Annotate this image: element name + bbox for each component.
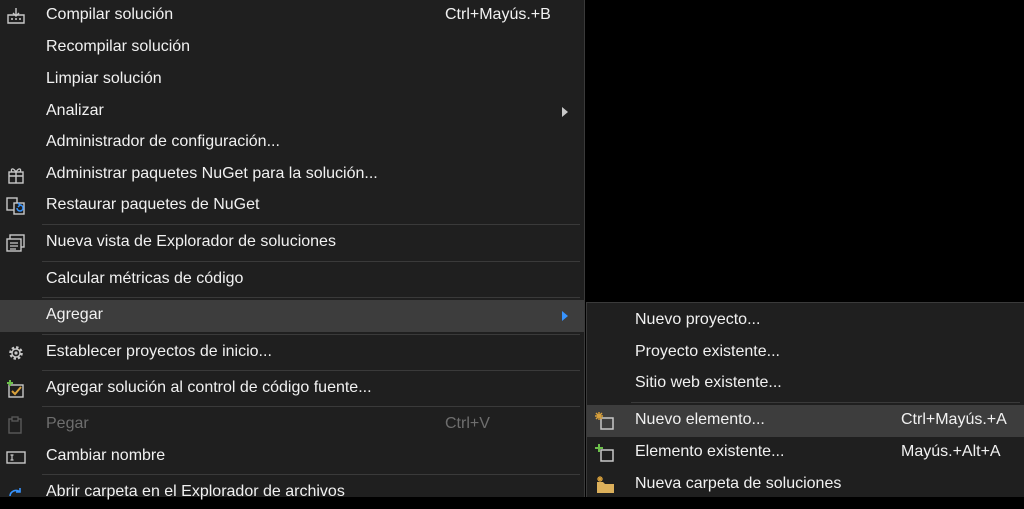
- new-item-icon: [595, 412, 615, 430]
- menu-item-label: Agregar: [46, 306, 103, 323]
- shortcut-text: Ctrl+V: [445, 415, 490, 432]
- menu-item-label: Calcular métricas de código: [46, 270, 244, 287]
- menu-separator: [42, 334, 580, 335]
- existing-item-icon: [595, 444, 615, 462]
- build-icon: [6, 7, 26, 25]
- menu-item-add[interactable]: Agregar: [0, 300, 584, 332]
- gear-icon: [6, 344, 26, 362]
- menu-item-set-startup-projects[interactable]: Establecer proyectos de inicio...: [0, 337, 584, 369]
- menu-item-label: Pegar: [46, 415, 89, 432]
- menu-item-label: Proyecto existente...: [635, 343, 780, 360]
- menu-item-open-folder-in-explorer[interactable]: Abrir carpeta en el Explorador de archiv…: [0, 477, 584, 509]
- submenu-arrow-icon: [562, 311, 568, 321]
- menu-item-rename[interactable]: Cambiar nombre: [0, 441, 584, 473]
- refresh-folder-icon: [6, 484, 26, 502]
- menu-item-label: Cambiar nombre: [46, 447, 166, 464]
- menu-separator: [42, 406, 580, 407]
- menu-item-label: Sitio web existente...: [635, 374, 782, 391]
- menu-item-label: Establecer proyectos de inicio...: [46, 343, 272, 360]
- solution-folder-icon: [595, 476, 615, 494]
- menu-item-label: Nuevo proyecto...: [635, 311, 761, 328]
- submenu-item-new-item[interactable]: Nuevo elemento... Ctrl+Mayús.+A: [587, 405, 1024, 437]
- menu-separator: [42, 370, 580, 371]
- menu-item-manage-nuget-packages[interactable]: Administrar paquetes NuGet para la soluc…: [0, 159, 584, 191]
- submenu-item-new-project[interactable]: Nuevo proyecto...: [587, 305, 1024, 337]
- menu-item-label: Limpiar solución: [46, 70, 162, 87]
- menu-item-configuration-manager[interactable]: Administrador de configuración...: [0, 127, 584, 159]
- menu-item-label: Agregar solución al control de código fu…: [46, 379, 372, 396]
- menu-item-label: Analizar: [46, 102, 104, 119]
- menu-item-label: Restaurar paquetes de NuGet: [46, 196, 260, 213]
- restore-packages-icon: [6, 197, 26, 215]
- menu-item-label: Abrir carpeta en el Explorador de archiv…: [46, 483, 345, 500]
- menu-item-label: Nueva carpeta de soluciones: [635, 475, 842, 492]
- menu-item-label: Administrador de configuración...: [46, 133, 280, 150]
- submenu-item-existing-website[interactable]: Sitio web existente...: [587, 368, 1024, 400]
- menu-item-paste[interactable]: Pegar Ctrl+V: [0, 409, 584, 441]
- menu-separator: [42, 224, 580, 225]
- nuget-package-icon: [6, 166, 26, 184]
- menu-item-restore-nuget-packages[interactable]: Restaurar paquetes de NuGet: [0, 190, 584, 222]
- menu-item-label: Elemento existente...: [635, 443, 785, 460]
- solution-context-menu: Compilar solución Ctrl+Mayús.+B Recompil…: [0, 0, 585, 500]
- menu-item-calculate-code-metrics[interactable]: Calcular métricas de código: [0, 264, 584, 296]
- menu-item-add-to-source-control[interactable]: Agregar solución al control de código fu…: [0, 373, 584, 405]
- menu-separator: [42, 261, 580, 262]
- source-control-icon: [6, 380, 26, 398]
- menu-item-label: Recompilar solución: [46, 38, 191, 55]
- add-submenu: Nuevo proyecto... Proyecto existente... …: [586, 302, 1024, 497]
- shortcut-text: Ctrl+Mayús.+B: [445, 6, 551, 23]
- menu-item-build-solution[interactable]: Compilar solución Ctrl+Mayús.+B: [0, 0, 584, 32]
- submenu-item-existing-project[interactable]: Proyecto existente...: [587, 337, 1024, 369]
- menu-separator: [631, 402, 1020, 403]
- submenu-item-existing-item[interactable]: Elemento existente... Mayús.+Alt+A: [587, 437, 1024, 469]
- menu-item-clean-solution[interactable]: Limpiar solución: [0, 64, 584, 96]
- menu-separator: [42, 474, 580, 475]
- menu-item-rebuild-solution[interactable]: Recompilar solución: [0, 32, 584, 64]
- menu-item-label: Compilar solución: [46, 6, 174, 23]
- submenu-arrow-icon: [562, 107, 568, 117]
- rename-icon: [6, 448, 26, 466]
- paste-icon: [6, 416, 26, 434]
- menu-item-label: Administrar paquetes NuGet para la soluc…: [46, 165, 378, 182]
- menu-item-analyze[interactable]: Analizar: [0, 96, 584, 128]
- shortcut-text: Ctrl+Mayús.+A: [901, 411, 1007, 428]
- menu-item-label: Nuevo elemento...: [635, 411, 765, 428]
- shortcut-text: Mayús.+Alt+A: [901, 443, 1001, 460]
- submenu-item-new-solution-folder[interactable]: Nueva carpeta de soluciones: [587, 469, 1024, 501]
- new-solution-explorer-view-icon: [6, 234, 26, 252]
- menu-separator: [42, 297, 580, 298]
- menu-item-new-solution-explorer-view[interactable]: Nueva vista de Explorador de soluciones: [0, 227, 584, 259]
- menu-item-label: Nueva vista de Explorador de soluciones: [46, 233, 336, 250]
